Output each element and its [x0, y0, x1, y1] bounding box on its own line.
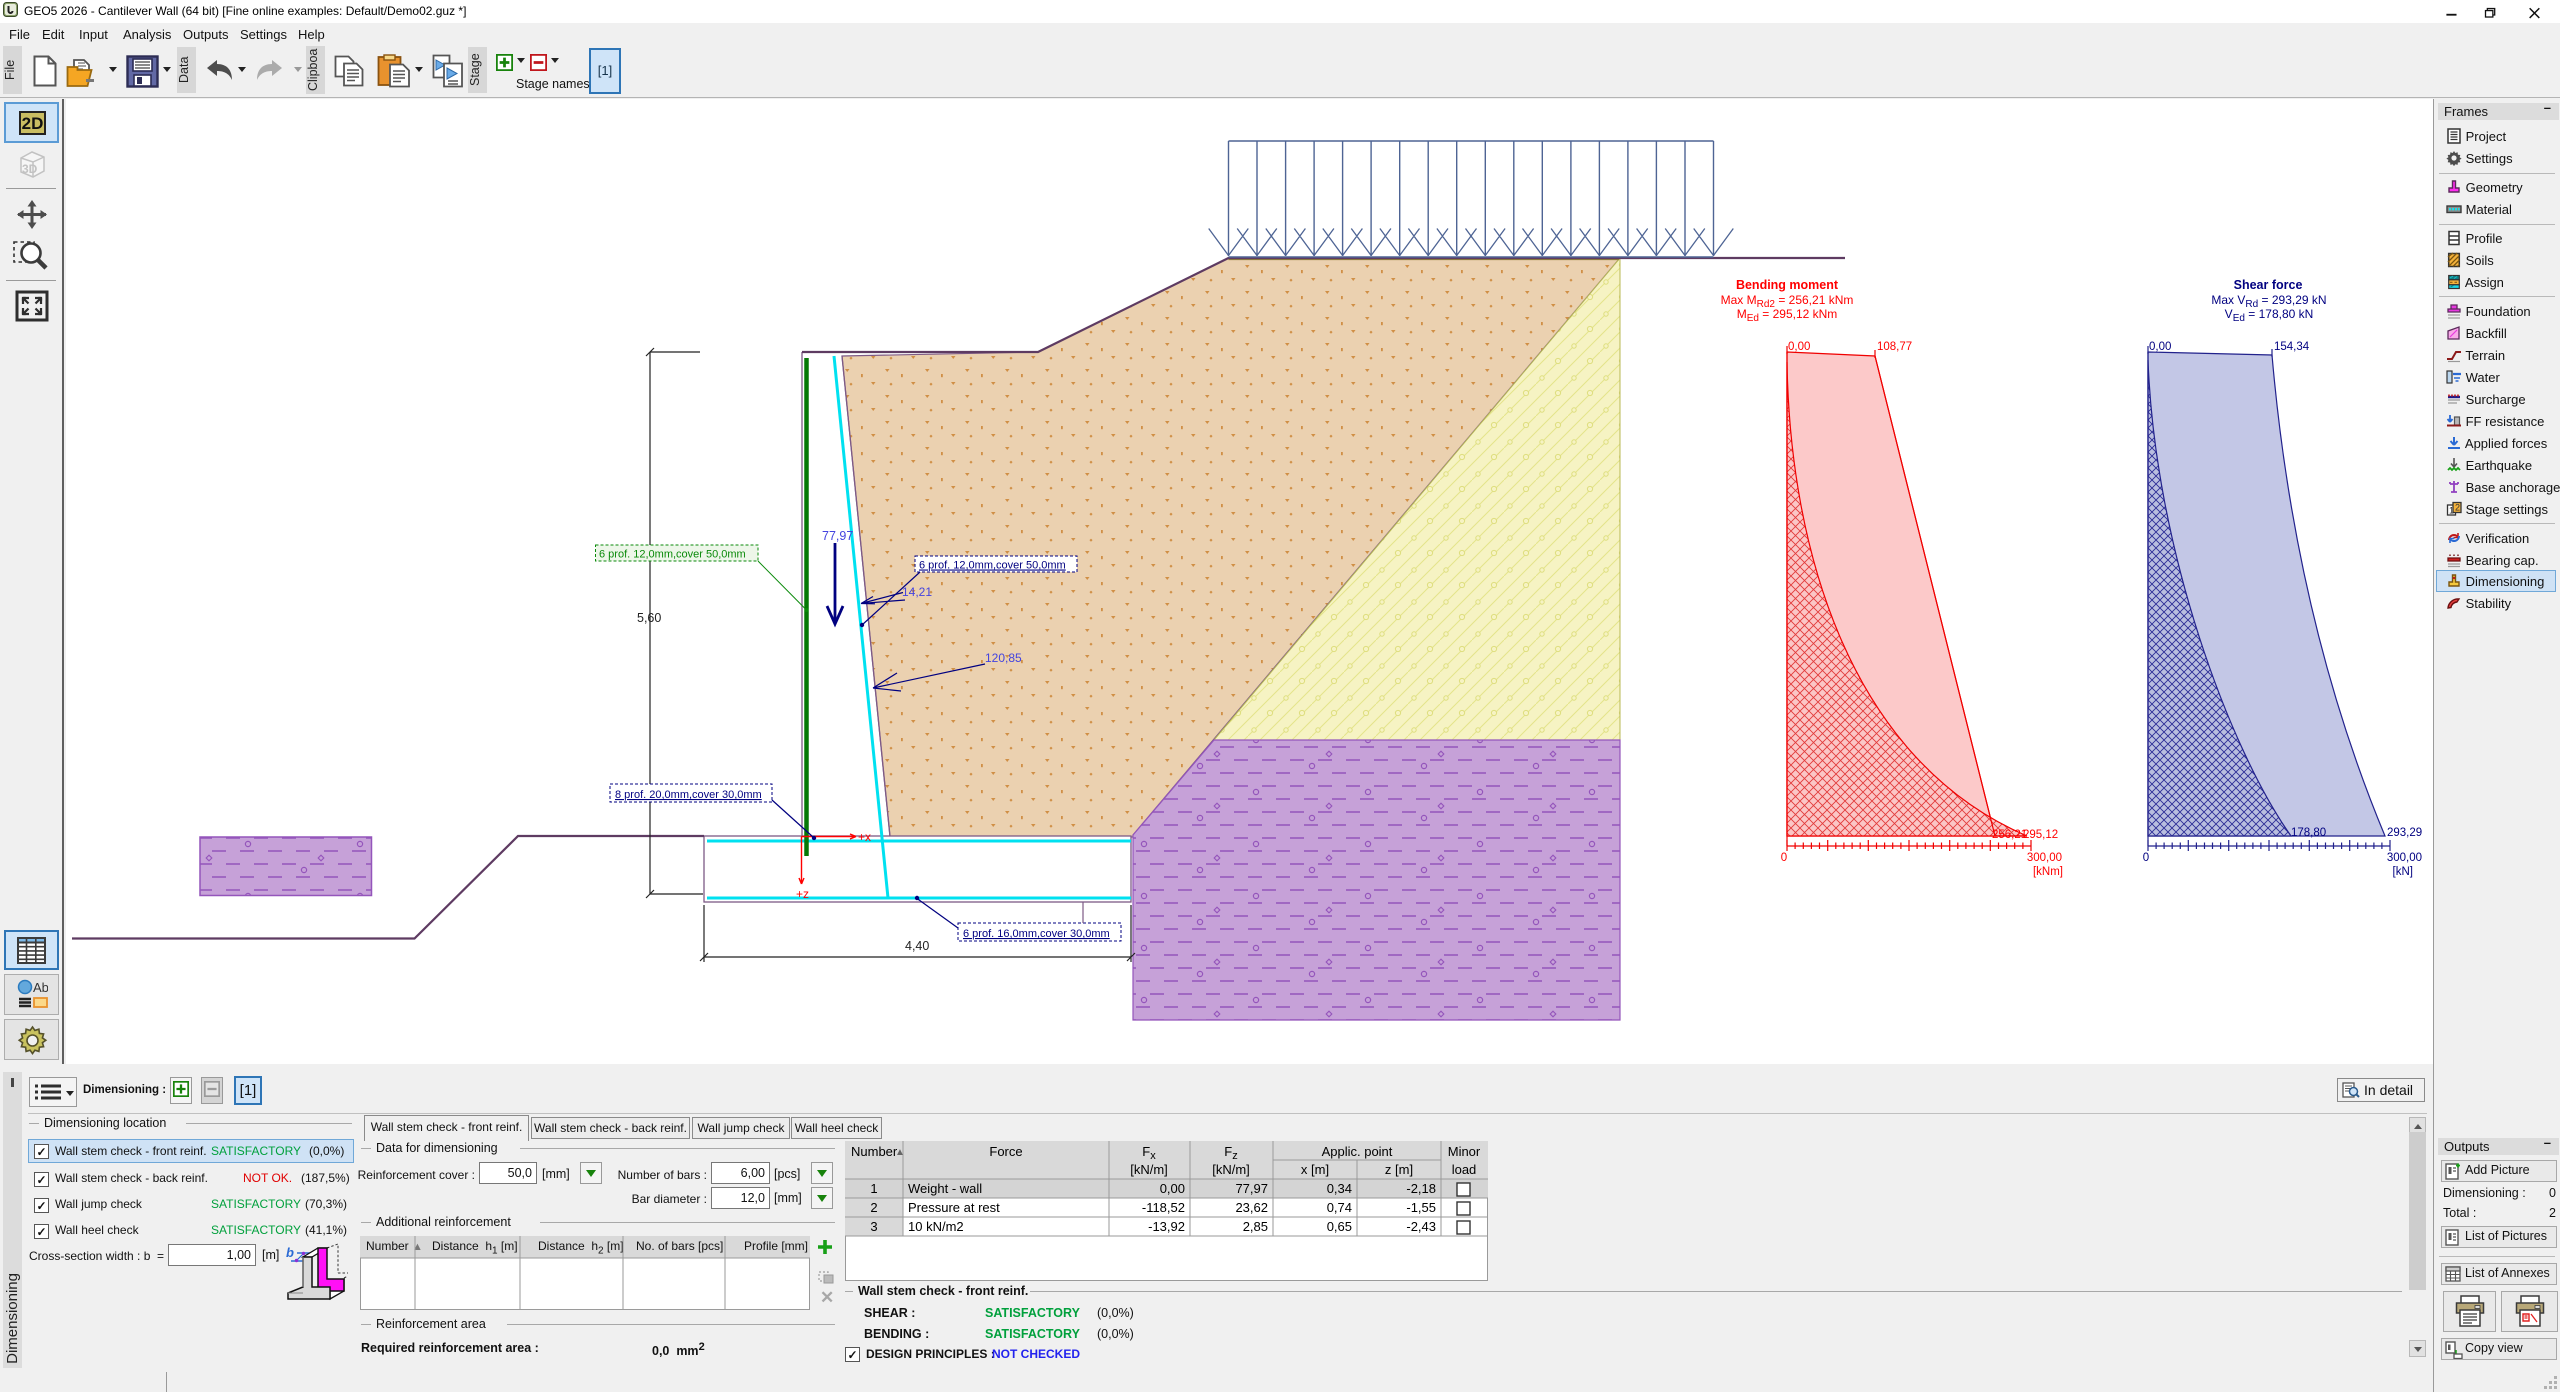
svg-text:[kN/m]: [kN/m]: [1130, 1162, 1168, 1177]
svg-text:0,65: 0,65: [1327, 1219, 1352, 1234]
svg-text:23,62: 23,62: [1235, 1200, 1268, 1215]
svg-text:295,12: 295,12: [2023, 829, 2058, 841]
svg-text:x [m]: x [m]: [1301, 1162, 1329, 1177]
svg-text:+x: +x: [858, 830, 871, 844]
svg-text:Minor: Minor: [1448, 1144, 1481, 1159]
svg-text:Applic. point: Applic. point: [1322, 1144, 1393, 1159]
svg-text:4,40: 4,40: [905, 939, 929, 953]
svg-text:Force: Force: [989, 1144, 1022, 1159]
svg-text:-2,18: -2,18: [1406, 1181, 1436, 1196]
svg-text:2: 2: [870, 1200, 877, 1215]
svg-text:[kN/m]: [kN/m]: [1212, 1162, 1250, 1177]
svg-text:z [m]: z [m]: [1385, 1162, 1413, 1177]
svg-text:77,97: 77,97: [822, 529, 853, 543]
svg-text:MEd = 295,12 kNm: MEd = 295,12 kNm: [1737, 307, 1838, 324]
svg-text:load: load: [1452, 1162, 1477, 1177]
svg-text:VEd = 178,80 kN: VEd = 178,80 kN: [2225, 307, 2314, 324]
svg-text:0,00: 0,00: [2149, 341, 2171, 353]
svg-text:178,80: 178,80: [2291, 827, 2326, 839]
svg-text:3: 3: [870, 1219, 877, 1234]
svg-text:8 prof. 20,0mm,cover 30,0mm: 8 prof. 20,0mm,cover 30,0mm: [615, 789, 762, 801]
svg-text:10 kN/m2: 10 kN/m2: [908, 1219, 964, 1234]
svg-text:-2,43: -2,43: [1406, 1219, 1436, 1234]
svg-text:+z: +z: [796, 887, 809, 901]
svg-text:108,77: 108,77: [1877, 341, 1912, 353]
svg-text:Number: Number: [851, 1144, 898, 1159]
svg-text:[kN]: [kN]: [2393, 866, 2413, 878]
svg-text:77,97: 77,97: [1235, 1181, 1268, 1196]
svg-text:0,00: 0,00: [1788, 341, 1810, 353]
svg-text:2,85: 2,85: [1243, 1219, 1268, 1234]
svg-text:▲: ▲: [895, 1147, 905, 1158]
svg-text:b: b: [286, 1245, 294, 1260]
svg-text:2: 2: [2455, 503, 2460, 513]
svg-text:Bending moment: Bending moment: [1736, 278, 1839, 292]
svg-text:3D: 3D: [22, 162, 38, 176]
svg-text:0,00: 0,00: [1160, 1181, 1185, 1196]
svg-text:-118,52: -118,52: [1142, 1200, 1185, 1215]
svg-text:6 prof. 12,0mm,cover 50,0mm: 6 prof. 12,0mm,cover 50,0mm: [919, 560, 1066, 572]
svg-text:5,60: 5,60: [637, 611, 661, 625]
svg-text:120,85: 120,85: [985, 651, 1022, 665]
svg-text:300,00: 300,00: [2027, 852, 2062, 864]
svg-text:0,34: 0,34: [1327, 1181, 1352, 1196]
svg-text:6 prof. 12,0mm,cover 50,0mm: 6 prof. 12,0mm,cover 50,0mm: [599, 549, 746, 561]
svg-text:Pressure at rest: Pressure at rest: [908, 1200, 1000, 1215]
svg-text:300,00: 300,00: [2387, 852, 2422, 864]
svg-text:-13,92: -13,92: [1148, 1219, 1185, 1234]
svg-text:0: 0: [1781, 852, 1787, 864]
svg-text:14,21: 14,21: [902, 585, 932, 599]
svg-text:0,74: 0,74: [1327, 1200, 1352, 1215]
svg-text:Shear force: Shear force: [2234, 278, 2303, 292]
svg-text:-1,55: -1,55: [1406, 1200, 1436, 1215]
svg-text:293,29: 293,29: [2387, 827, 2422, 839]
svg-text:[kNm]: [kNm]: [2033, 866, 2063, 878]
svg-text:Fz: Fz: [1224, 1144, 1237, 1162]
svg-text:Fx: Fx: [1142, 1144, 1156, 1162]
svg-text:6 prof. 16,0mm,cover 30,0mm: 6 prof. 16,0mm,cover 30,0mm: [963, 928, 1110, 940]
svg-text:256,21: 256,21: [1992, 829, 2027, 841]
svg-text:0: 0: [2143, 852, 2149, 864]
svg-text:1: 1: [870, 1181, 877, 1196]
svg-text:154,34: 154,34: [2274, 341, 2310, 353]
svg-text:Weight - wall: Weight - wall: [908, 1181, 982, 1196]
svg-text:Ab: Ab: [33, 980, 48, 995]
